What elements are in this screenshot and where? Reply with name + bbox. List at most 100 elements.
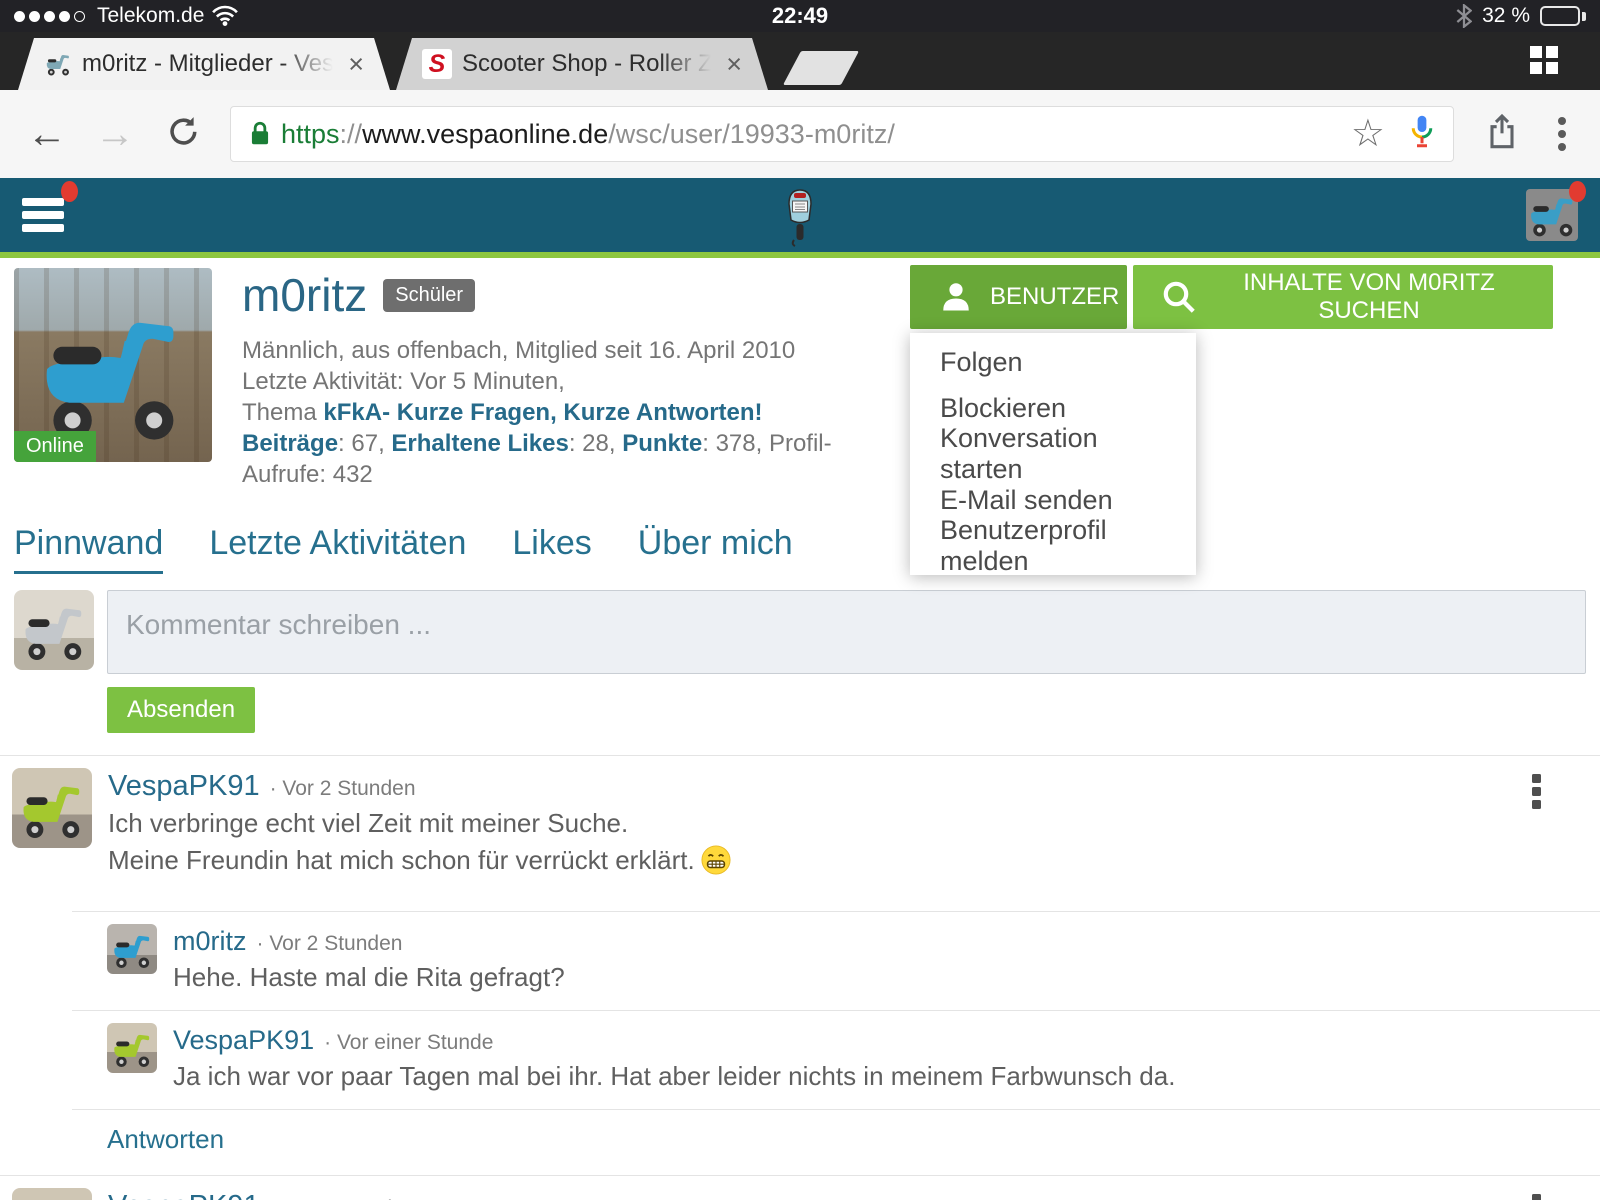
benutzer-dropdown-menu: Folgen Blockieren Konversation starten E…	[910, 333, 1196, 575]
comment-options-icon[interactable]	[1532, 1194, 1541, 1200]
notification-dot	[1569, 181, 1586, 202]
antworten-link[interactable]: Antworten	[72, 1110, 1600, 1171]
tab-likes[interactable]: Likes	[512, 524, 591, 574]
reply-vespapk91: VespaPK91 · Vor einer Stunde Ja ich war …	[72, 1011, 1600, 1109]
status-right: 32 %	[1456, 4, 1586, 28]
tab-title: Scooter Shop - Roller Zubeh	[462, 50, 716, 78]
benutzer-button[interactable]: BENUTZER	[910, 265, 1127, 329]
avatar-vespapk91[interactable]	[12, 1188, 92, 1200]
tab-switcher-icon[interactable]	[1530, 46, 1558, 74]
menu-item-melden[interactable]: Benutzerprofil melden	[910, 523, 1196, 569]
tab-ueber-mich[interactable]: Über mich	[638, 524, 793, 574]
vespaonline-logo[interactable]	[780, 184, 820, 248]
bluetooth-icon	[1456, 4, 1472, 28]
likes-link[interactable]: Erhaltene Likes	[391, 430, 568, 457]
benutzer-button-label: BENUTZER	[990, 283, 1119, 311]
profile-info: Männlich, aus offenbach, Mitglied seit 1…	[242, 335, 904, 490]
close-tab-icon[interactable]: ×	[348, 51, 364, 78]
avatar-m0ritz[interactable]	[107, 924, 157, 974]
avatar-vespapk91[interactable]	[12, 768, 92, 848]
reply-m0ritz: m0ritz · Vor 2 Stunden Hehe. Haste mal d…	[72, 912, 1600, 1010]
profile-info-line2: Letzte Aktivität: Vor 5 Minuten,	[242, 366, 904, 397]
url-text: https://www.vespaonline.de/wsc/user/1993…	[281, 119, 1343, 150]
comment-compose: Absenden	[0, 574, 1600, 733]
hamburger-menu-icon[interactable]	[22, 193, 64, 237]
reply-author-link[interactable]: VespaPK91	[173, 1025, 314, 1056]
vespa-photo-illustration	[26, 294, 196, 454]
online-status-badge: Online	[14, 431, 96, 462]
comment-vespapk91-partial: VespaPK91 · Vor 2 Stunden	[0, 1176, 1600, 1200]
thema-prefix: Thema	[242, 399, 323, 426]
thema-link[interactable]: kFkA- Kurze Fragen, Kurze Antworten!	[323, 399, 762, 426]
comment-timestamp: · Vor 2 Stunden	[270, 777, 416, 801]
user-menu[interactable]	[1526, 189, 1578, 241]
ios-status-bar: Telekom.de 22:49 32 %	[0, 0, 1600, 32]
own-avatar	[14, 590, 94, 670]
profile-actions: BENUTZER INHALTE VON M0RITZ SUCHEN Folge…	[910, 265, 1553, 329]
vespaonline-favicon	[44, 50, 72, 78]
bookmark-star-icon[interactable]: ☆	[1351, 115, 1385, 153]
back-button[interactable]: ←	[18, 114, 76, 154]
clock: 22:49	[0, 3, 1600, 29]
comment-author-link[interactable]: VespaPK91	[108, 770, 260, 803]
comment-text-line2: Meine Freundin hat mich schon für verrüc…	[108, 844, 731, 877]
tab-letzte-aktivitaeten[interactable]: Letzte Aktivitäten	[209, 524, 466, 574]
tab-pinnwand[interactable]: Pinnwand	[14, 524, 163, 574]
reply-timestamp: · Vor einer Stunde	[324, 1031, 493, 1055]
profile-main: m0ritz Schüler Männlich, aus offenbach, …	[242, 270, 904, 490]
beitraege-link[interactable]: Beiträge	[242, 430, 338, 457]
url-scheme: https	[281, 119, 340, 149]
likes-value: : 28,	[569, 430, 622, 457]
avatar-vespapk91[interactable]	[107, 1023, 157, 1073]
new-tab-button[interactable]	[783, 51, 859, 85]
share-icon[interactable]	[1472, 113, 1532, 156]
reply-text: Ja ich war vor paar Tagen mal bei ihr. H…	[173, 1060, 1175, 1093]
address-bar[interactable]: https://www.vespaonline.de/wsc/user/1993…	[230, 106, 1454, 162]
profile-username: m0ritz	[242, 270, 367, 321]
comment-text-line1: Ich verbringe echt viel Zeit mit meiner …	[108, 807, 731, 840]
browser-tab-m0ritz[interactable]: m0ritz - Mitglieder - VespaO ×	[18, 38, 390, 90]
search-button-label: INHALTE VON M0RITZ SUCHEN	[1213, 269, 1525, 325]
comment-replies: m0ritz · Vor 2 Stunden Hehe. Haste mal d…	[72, 911, 1600, 1171]
comment-author-link[interactable]: VespaPK91	[108, 1190, 260, 1200]
secure-lock-icon	[247, 120, 273, 148]
comment-input[interactable]	[107, 590, 1586, 674]
browser-menu-icon[interactable]	[1558, 117, 1566, 151]
url-host: www.vespaonline.de	[362, 119, 608, 149]
profile-header: Online m0ritz Schüler Männlich, aus offe…	[0, 258, 1600, 510]
notification-dot	[61, 181, 78, 202]
tab-title: m0ritz - Mitglieder - VespaO	[82, 50, 338, 78]
menu-item-folgen[interactable]: Folgen	[910, 339, 1196, 385]
beitraege-value: : 67,	[338, 430, 391, 457]
reload-button[interactable]	[154, 114, 212, 155]
absenden-button[interactable]: Absenden	[107, 687, 255, 733]
punkte-link[interactable]: Punkte	[622, 430, 702, 457]
menu-item-konversation[interactable]: Konversation starten	[910, 431, 1196, 477]
profile-thema-line: Thema kFkA- Kurze Fragen, Kurze Antworte…	[242, 397, 904, 428]
browser-toolbar: ← → https://www.vespaonline.de/wsc/user/…	[0, 90, 1600, 178]
url-separator: ://	[340, 119, 363, 149]
scooter-shop-favicon: S	[422, 49, 452, 79]
reply-text: Hehe. Haste mal die Rita gefragt?	[173, 961, 565, 994]
screen: Telekom.de 22:49 32 % m0ritz - Mitgliede…	[0, 0, 1600, 1200]
profile-content-tabs: Pinnwand Letzte Aktivitäten Likes Über m…	[0, 524, 1600, 574]
browser-tab-scooter-shop[interactable]: S Scooter Shop - Roller Zubeh ×	[396, 38, 768, 90]
user-icon	[938, 279, 974, 315]
beaming-face-emoji-icon	[701, 845, 731, 875]
battery-icon	[1540, 6, 1586, 26]
search-content-button[interactable]: INHALTE VON M0RITZ SUCHEN	[1133, 265, 1553, 329]
comment-options-icon[interactable]	[1532, 774, 1541, 809]
forward-button[interactable]: →	[86, 114, 144, 154]
reply-timestamp: · Vor 2 Stunden	[257, 932, 403, 956]
profile-info-line1: Männlich, aus offenbach, Mitglied seit 1…	[242, 335, 904, 366]
profile-photo[interactable]: Online	[14, 268, 212, 462]
url-path: /wsc/user/19933-m0ritz/	[608, 119, 895, 149]
battery-percent-label: 32 %	[1482, 4, 1530, 28]
voice-search-mic-icon[interactable]	[1407, 112, 1437, 157]
search-icon	[1161, 279, 1197, 315]
profile-stats-line: Beiträge: 67, Erhaltene Likes: 28, Punkt…	[242, 428, 904, 490]
comment-vespapk91: VespaPK91 · Vor 2 Stunden Ich verbringe …	[0, 756, 1600, 885]
user-rank-badge: Schüler	[383, 279, 475, 312]
reply-author-link[interactable]: m0ritz	[173, 926, 247, 957]
close-tab-icon[interactable]: ×	[726, 51, 742, 78]
